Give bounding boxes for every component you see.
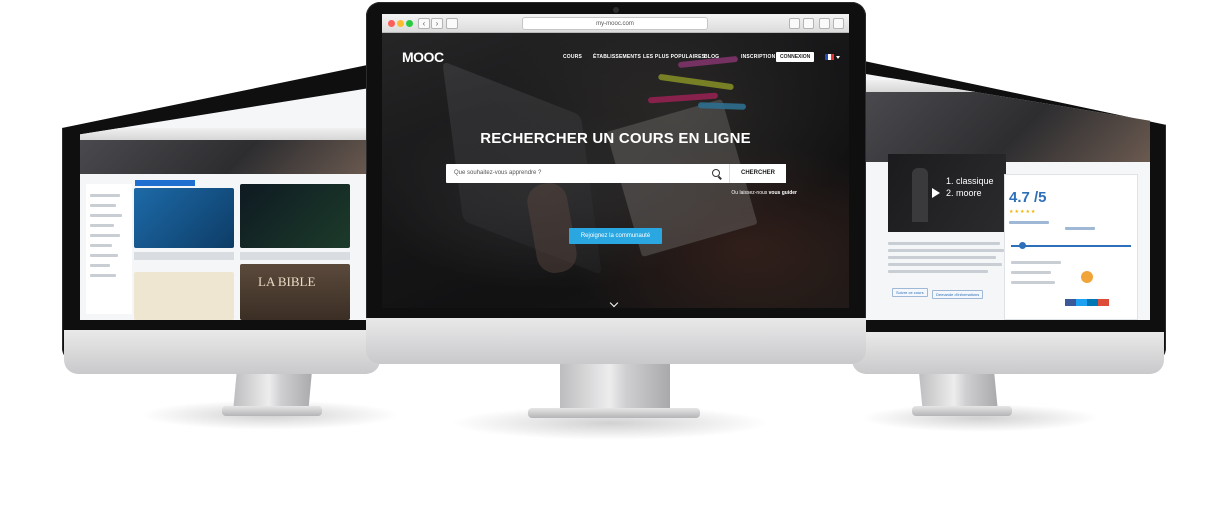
- right-browser-chrome: [866, 80, 1150, 92]
- search-placeholder: Que souhaitez-vous apprendre ?: [454, 170, 542, 176]
- course-tile-seal[interactable]: [134, 272, 234, 320]
- hero-title: RECHERCHER UN COURS EN LIGNE: [480, 130, 751, 147]
- camera-icon: [613, 7, 619, 13]
- center-screen: ‹ › my-mooc.com MOOC COURS ÉTABLISSEMENT…: [382, 14, 849, 308]
- guide-prefix: Ou laissez-nous: [731, 190, 768, 196]
- course-tile-network[interactable]: [240, 184, 350, 248]
- address-bar[interactable]: my-mooc.com: [522, 17, 708, 30]
- chevron-down-icon[interactable]: [836, 56, 840, 59]
- left-monitor-chin: [64, 330, 380, 374]
- new-tab-icon[interactable]: [833, 18, 844, 29]
- course-description: [888, 240, 1006, 284]
- settings-icon[interactable]: [789, 18, 800, 29]
- video-title: 1. classique: [946, 176, 994, 186]
- right-banner: [866, 92, 1150, 162]
- nav-populaires[interactable]: LES PLUS POPULAIRES: [643, 54, 705, 60]
- right-monitor-foot: [912, 406, 1012, 416]
- center-monitor-chin: [366, 318, 866, 364]
- tile-caption: LA BIBLE: [258, 274, 316, 289]
- search-icon[interactable]: [712, 169, 720, 177]
- rating-stars-icon: ★★★★★: [1009, 209, 1037, 215]
- rating-slider[interactable]: [1011, 245, 1131, 247]
- minimize-window-icon[interactable]: [397, 20, 404, 27]
- left-banner: [80, 140, 370, 174]
- browser-chrome: ‹ › my-mooc.com: [382, 14, 849, 33]
- course-tile-bible[interactable]: LA BIBLE: [240, 264, 350, 320]
- nav-cours[interactable]: COURS: [563, 54, 582, 60]
- sidebar-icon[interactable]: [446, 18, 458, 29]
- course-tile-footer: [240, 252, 350, 260]
- guide-link[interactable]: vous guider: [769, 190, 797, 196]
- flag-fr-icon[interactable]: [825, 54, 834, 60]
- play-icon[interactable]: [932, 188, 940, 198]
- inscription-link[interactable]: INSCRIPTION: [741, 54, 775, 60]
- course-tile-arduino[interactable]: [134, 188, 234, 248]
- left-browser-chrome: [80, 128, 370, 140]
- back-icon[interactable]: ‹: [418, 18, 430, 29]
- left-filter-bar: [135, 180, 195, 186]
- share-buttons[interactable]: [1065, 299, 1109, 306]
- forward-icon[interactable]: ›: [431, 18, 443, 29]
- follow-course-button[interactable]: Suivre ce cours: [892, 288, 928, 297]
- site-logo[interactable]: MOOC: [402, 49, 444, 65]
- nav-etablissements[interactable]: ÉTABLISSEMENTS: [593, 54, 641, 60]
- platform-logo: [1081, 271, 1093, 283]
- center-monitor-foot: [528, 408, 700, 418]
- maximize-window-icon[interactable]: [406, 20, 413, 27]
- right-screen: 1. classique 2. moore Suivre ce cours De…: [866, 74, 1150, 320]
- tabs-icon[interactable]: [819, 18, 830, 29]
- rating-value: 4.7 /5: [1009, 189, 1047, 206]
- right-monitor-chin: [852, 332, 1164, 374]
- course-tile-footer: [134, 252, 234, 260]
- join-community-button[interactable]: Rejoignez la communauté: [569, 228, 662, 244]
- hero-section: MOOC COURS ÉTABLISSEMENTS LES PLUS POPUL…: [382, 33, 849, 308]
- guide-text: Ou laissez-nous vous guider: [731, 190, 797, 196]
- video-title: 2. moore: [946, 188, 982, 198]
- connexion-button[interactable]: CONNEXION: [776, 52, 815, 62]
- left-sidebar: [86, 184, 132, 314]
- rating-card: 4.7 /5 ★★★★★: [1004, 174, 1138, 320]
- close-window-icon[interactable]: [388, 20, 395, 27]
- info-request-button[interactable]: Demande d'informations: [932, 290, 984, 299]
- presenter: [912, 168, 928, 222]
- share-icon[interactable]: [803, 18, 814, 29]
- search-button[interactable]: CHERCHER: [729, 164, 786, 183]
- slider-handle[interactable]: [1019, 242, 1026, 249]
- search-input[interactable]: Que souhaitez-vous apprendre ?: [446, 164, 730, 183]
- left-monitor-foot: [222, 406, 322, 416]
- nav-blog[interactable]: BLOG: [704, 54, 719, 60]
- video-player[interactable]: 1. classique 2. moore: [888, 154, 1006, 232]
